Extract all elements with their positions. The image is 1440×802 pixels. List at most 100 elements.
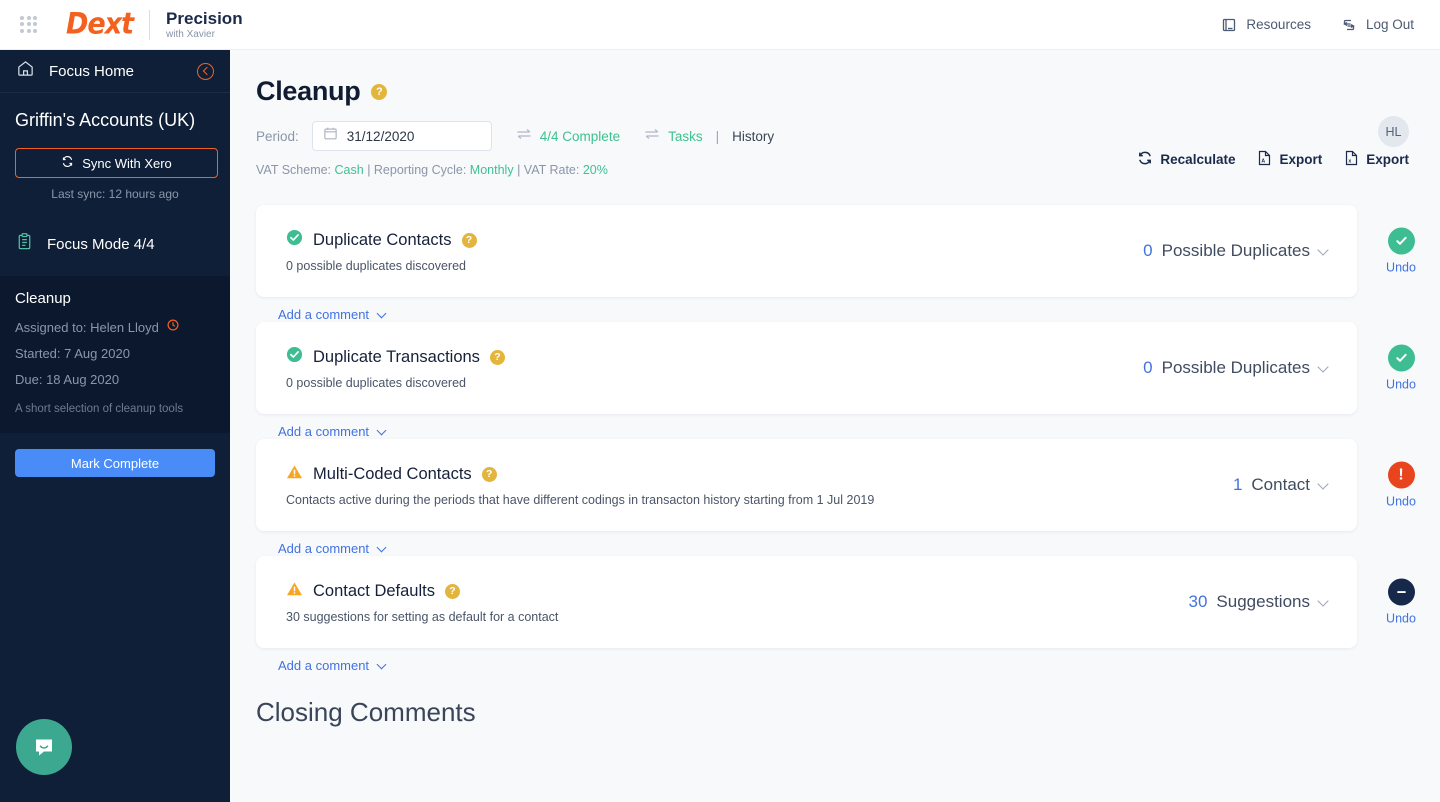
add-comment-row[interactable]: Add a comment xyxy=(278,541,1440,556)
undo-button[interactable]: Undo xyxy=(1386,612,1416,626)
swap-icon xyxy=(516,127,532,145)
page-title: Cleanup xyxy=(256,76,361,106)
chevron-down-icon[interactable] xyxy=(1317,477,1329,490)
task-card-body: Contact Defaults ? 30 suggestions for se… xyxy=(286,581,1189,624)
chevron-down-icon[interactable] xyxy=(376,425,387,435)
chevron-left-circle-icon[interactable] xyxy=(197,62,214,80)
add-comment-row[interactable]: Add a comment xyxy=(278,307,1440,322)
add-comment-label: Add a comment xyxy=(278,307,370,322)
chevron-down-icon[interactable] xyxy=(376,542,387,552)
vat-scheme-label: VAT Scheme: xyxy=(256,163,332,177)
add-comment-row[interactable]: Add a comment xyxy=(278,658,1440,673)
check-circle-icon xyxy=(286,346,303,368)
export-pdf-button[interactable]: A Export xyxy=(1257,150,1322,169)
task-card-help-icon[interactable]: ? xyxy=(461,232,477,248)
calendar-icon xyxy=(323,126,338,146)
export-pdf-label: Export xyxy=(1279,152,1323,167)
brand-divider xyxy=(149,9,151,40)
period-date-input[interactable]: 31/12/2020 xyxy=(311,121,492,151)
task-card-count-value: 30 xyxy=(1188,592,1208,611)
mark-complete-button[interactable]: Mark Complete xyxy=(15,449,215,477)
task-card-row: Multi-Coded Contacts ? Contacts active d… xyxy=(256,439,1440,556)
task-card[interactable]: Contact Defaults ? 30 suggestions for se… xyxy=(256,556,1416,648)
resources-button[interactable]: Resources xyxy=(1221,17,1311,33)
export-excel-button[interactable]: x Export xyxy=(1344,150,1409,169)
chevron-down-icon[interactable] xyxy=(376,659,387,669)
task-card[interactable]: Duplicate Transactions ? 0 possible dupl… xyxy=(256,322,1416,414)
task-card-help-icon[interactable]: ? xyxy=(444,583,460,599)
svg-text:x: x xyxy=(1349,158,1352,164)
chevron-down-icon[interactable] xyxy=(376,308,387,318)
task-card-help-icon[interactable]: ? xyxy=(489,349,505,365)
sync-button-label: Sync With Xero xyxy=(82,155,172,171)
focus-mode-label: Focus Mode 4/4 xyxy=(47,235,155,253)
top-bar: Dext Precision with Xavier Resources Log… xyxy=(0,0,1440,50)
task-card-subtitle: 0 possible duplicates discovered xyxy=(286,259,466,273)
period-label: Period: xyxy=(256,128,299,144)
tasks-history-toggle[interactable]: Tasks | History xyxy=(644,127,774,145)
vat-rate-value: 20% xyxy=(582,163,608,177)
tab-tasks[interactable]: Tasks xyxy=(668,129,703,144)
task-description: A short selection of cleanup tools xyxy=(15,403,184,415)
sync-with-xero-button[interactable]: Sync With Xero xyxy=(15,148,218,178)
task-card[interactable]: Multi-Coded Contacts ? Contacts active d… xyxy=(256,439,1416,531)
add-comment-label: Add a comment xyxy=(278,541,370,556)
check-circle-icon[interactable] xyxy=(1387,344,1415,372)
task-card-title-row: Multi-Coded Contacts ? xyxy=(286,464,1233,485)
avatar[interactable]: HL xyxy=(1378,116,1409,147)
undo-button[interactable]: Undo xyxy=(1386,495,1416,509)
undo-button[interactable]: Undo xyxy=(1386,378,1416,392)
task-card-count[interactable]: 1 Contact xyxy=(1233,475,1329,495)
tab-history[interactable]: History xyxy=(732,129,774,144)
task-card-count[interactable]: 0 Possible Duplicates xyxy=(1143,358,1329,378)
completion-status-label: 4/4 Complete xyxy=(539,128,621,144)
chevron-down-icon[interactable] xyxy=(1317,360,1329,373)
task-card-title: Multi-Coded Contacts xyxy=(313,464,472,483)
task-card-count[interactable]: 30 Suggestions xyxy=(1188,592,1329,612)
sidebar-item-focus-mode[interactable]: Focus Mode 4/4 xyxy=(0,226,230,262)
clock-icon xyxy=(166,315,180,341)
add-comment-label: Add a comment xyxy=(278,658,370,673)
task-card-subtitle: Contacts active during the periods that … xyxy=(286,492,875,507)
recalculate-button[interactable]: Recalculate xyxy=(1137,150,1235,169)
book-icon xyxy=(1221,17,1237,33)
task-detail-panel: Cleanup Assigned to: Helen Lloyd Started… xyxy=(0,276,230,433)
page-actions: Recalculate A Export x Export xyxy=(1137,150,1409,169)
completion-status-chip[interactable]: 4/4 Complete xyxy=(516,127,620,145)
check-circle-icon[interactable] xyxy=(1387,227,1415,255)
task-card-body: Duplicate Contacts ? 0 possible duplicat… xyxy=(286,229,1143,273)
task-card-title-row: Contact Defaults ? xyxy=(286,581,1189,602)
task-card-status: ! Undo xyxy=(1371,461,1431,509)
tab-separator: | xyxy=(715,128,720,144)
recalculate-icon xyxy=(1137,150,1153,169)
page-title-help-icon[interactable]: ? xyxy=(371,83,388,100)
task-card-status: Undo xyxy=(1371,578,1431,626)
apps-grid-icon[interactable] xyxy=(18,14,40,36)
last-sync-text: Last sync: 12 hours ago xyxy=(51,187,179,201)
chevron-down-icon[interactable] xyxy=(1317,594,1329,607)
warning-triangle-icon xyxy=(286,464,303,485)
task-card-count-unit: Possible Duplicates xyxy=(1161,241,1310,260)
task-card[interactable]: Duplicate Contacts ? 0 possible duplicat… xyxy=(256,205,1416,297)
task-card-help-icon[interactable]: ? xyxy=(481,466,497,482)
product-name: Precision with Xavier xyxy=(166,9,243,41)
task-card-count[interactable]: 0 Possible Duplicates xyxy=(1143,241,1329,261)
top-bar-actions: Resources Log Out xyxy=(1221,17,1414,33)
task-due: Due: 18 Aug 2020 xyxy=(15,372,120,387)
sidebar-item-focus-home[interactable]: Focus Home xyxy=(0,50,230,93)
refresh-icon xyxy=(61,155,74,171)
home-icon xyxy=(16,59,35,83)
brand: Dext Precision with Xavier xyxy=(66,8,243,41)
period-row: Period: 31/12/2020 4/4 Complete Tasks | … xyxy=(256,121,1440,151)
task-card-list: Duplicate Contacts ? 0 possible duplicat… xyxy=(256,205,1440,728)
intercom-chat-icon[interactable] xyxy=(16,719,72,775)
logout-button[interactable]: Log Out xyxy=(1341,17,1414,33)
minus-circle-icon[interactable] xyxy=(1387,578,1415,606)
add-comment-row[interactable]: Add a comment xyxy=(278,424,1440,439)
task-card-count-unit: Suggestions xyxy=(1216,592,1310,611)
chevron-down-icon[interactable] xyxy=(1317,243,1329,256)
task-card-title-row: Duplicate Contacts ? xyxy=(286,229,1143,251)
task-card-subtitle: 30 suggestions for setting as default fo… xyxy=(286,609,559,624)
undo-button[interactable]: Undo xyxy=(1386,261,1416,275)
exclamation-circle-icon[interactable]: ! xyxy=(1387,461,1415,489)
